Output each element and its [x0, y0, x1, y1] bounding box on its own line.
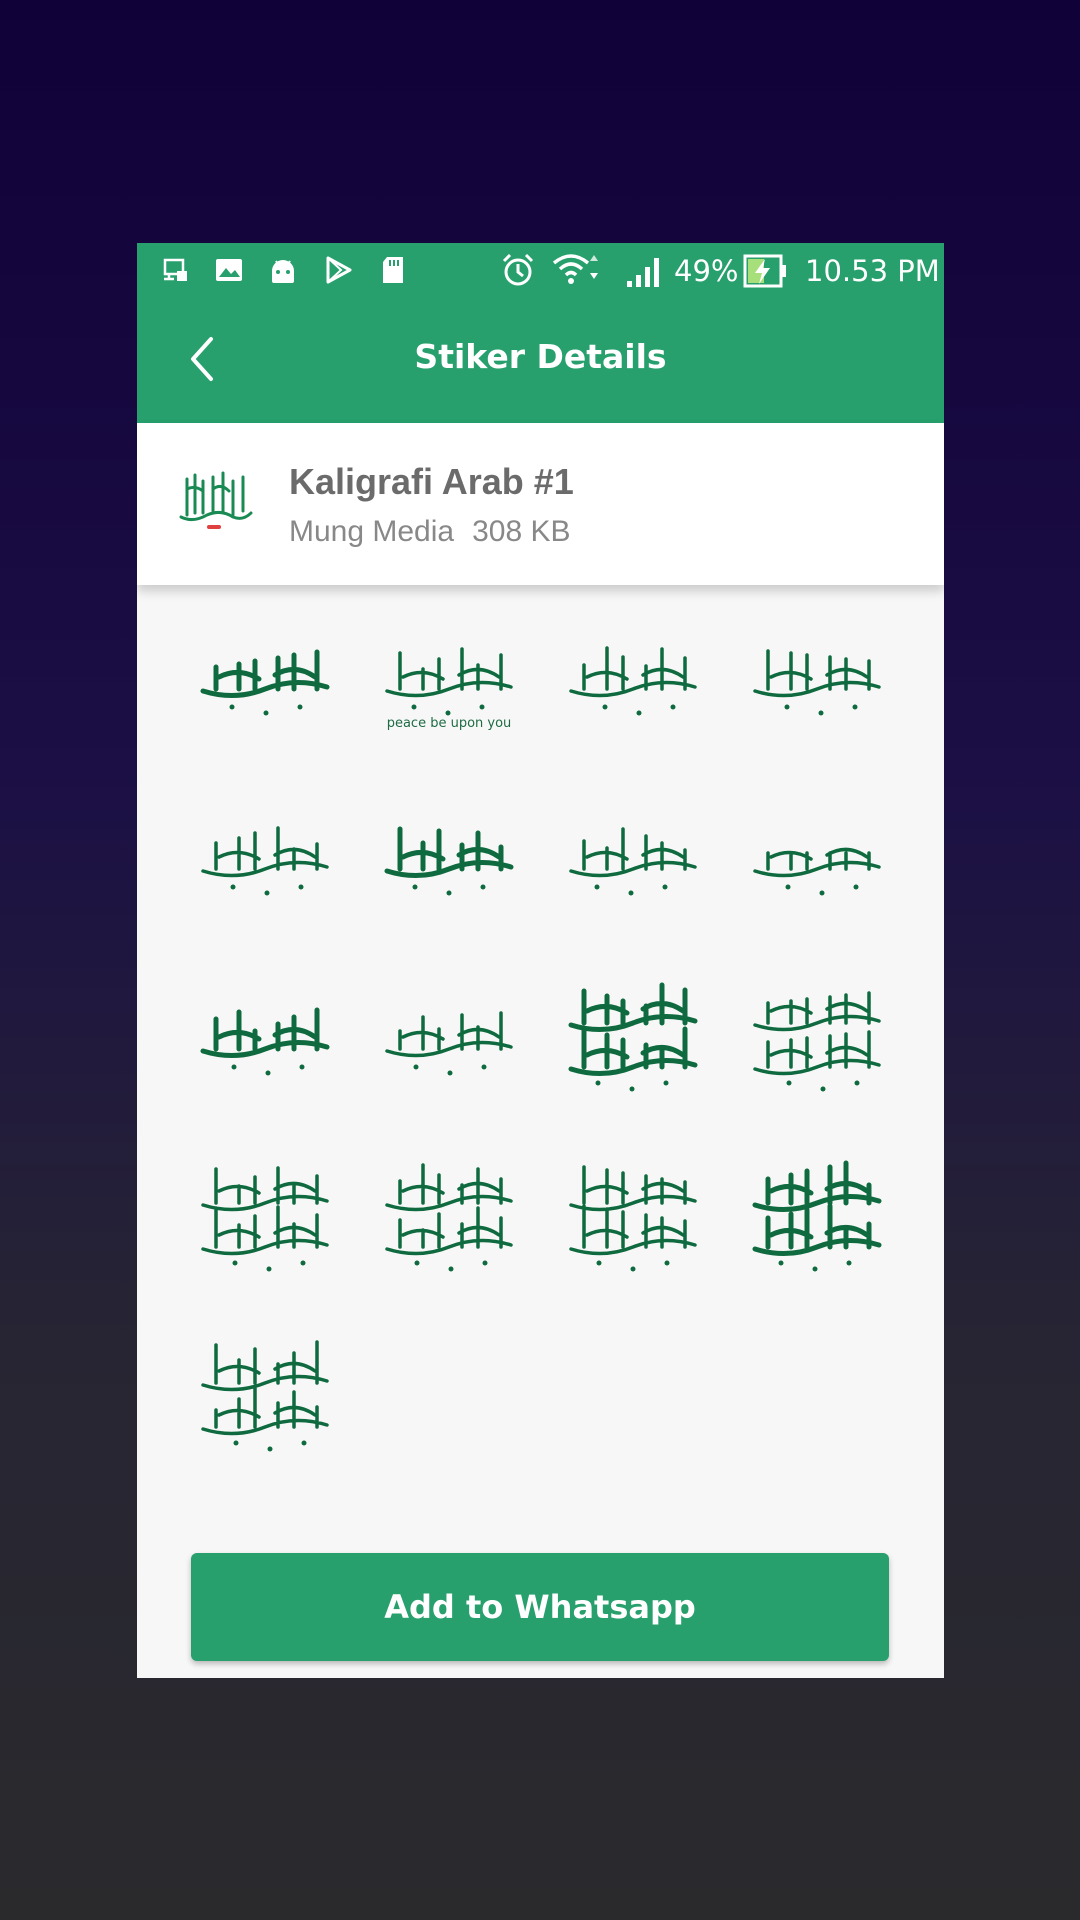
sd-card-icon: [383, 257, 403, 283]
sticker-hadza-min-fadli-rabbi[interactable]: [557, 605, 709, 757]
pack-title: Kaligrafi Arab #1: [289, 461, 574, 502]
signal-icon: [627, 258, 659, 287]
sticker-subhanallah[interactable]: [741, 965, 893, 1117]
sticker-bismillahi-majreha[interactable]: [557, 1145, 709, 1297]
sticker-assalamualaikum[interactable]: peace be upon you: [373, 605, 525, 757]
pack-publisher: Mung Media: [289, 515, 455, 548]
phone-screen: 49% 10.53 PM Stiker Details Kaligrafi Ar…: [137, 243, 944, 1678]
page-title: Stiker Details: [414, 337, 667, 376]
pack-size: 308 KB: [472, 515, 571, 548]
sticker-barakallah-fi-amrik[interactable]: [741, 1145, 893, 1297]
sticker-inna-lillahi[interactable]: [189, 1145, 341, 1297]
battery-charging-icon: [743, 254, 786, 288]
wifi-icon: [552, 254, 598, 284]
sticker-caption: peace be upon you: [387, 716, 512, 731]
sticker-grid: peace be upon you: [137, 585, 944, 1678]
sticker-fi-amanillah[interactable]: [189, 1325, 341, 1477]
sticker-allahu-akbar[interactable]: [373, 785, 525, 937]
android-icon: [272, 260, 294, 283]
battery-percent: 49%: [674, 254, 739, 288]
clock: 10.53 PM: [805, 254, 940, 288]
status-bar: 49% 10.53 PM: [137, 243, 944, 299]
play-store-icon: [326, 256, 352, 284]
pack-thumbnail: [173, 459, 257, 543]
sticker-shahada[interactable]: [373, 965, 525, 1117]
sticker-salla-allahu-alayhi-wasallam[interactable]: [557, 785, 709, 937]
sticker-sadaqallahul-azim[interactable]: [741, 785, 893, 937]
alarm-icon: [502, 253, 534, 286]
sticker-amin-ya-rabbal-alamin[interactable]: [557, 965, 709, 1117]
sticker-barakallahu-laka[interactable]: [373, 1145, 525, 1297]
toolbar: Stiker Details: [137, 299, 944, 423]
sticker-basmala[interactable]: [189, 605, 341, 757]
pack-meta: Mung Media 308 KB: [289, 515, 571, 549]
gallery-icon: [216, 259, 242, 281]
sticker-salla-allahu-alayhi-wasallam-round[interactable]: [189, 785, 341, 937]
sticker-alhamdulillah[interactable]: [741, 605, 893, 757]
screen-cast-icon: [163, 258, 187, 281]
add-to-whatsapp-button[interactable]: Add to Whatsapp: [191, 1553, 889, 1661]
sticker-muhammad[interactable]: [189, 965, 341, 1117]
sticker-pack-header: Kaligrafi Arab #1 Mung Media 308 KB: [137, 423, 944, 585]
